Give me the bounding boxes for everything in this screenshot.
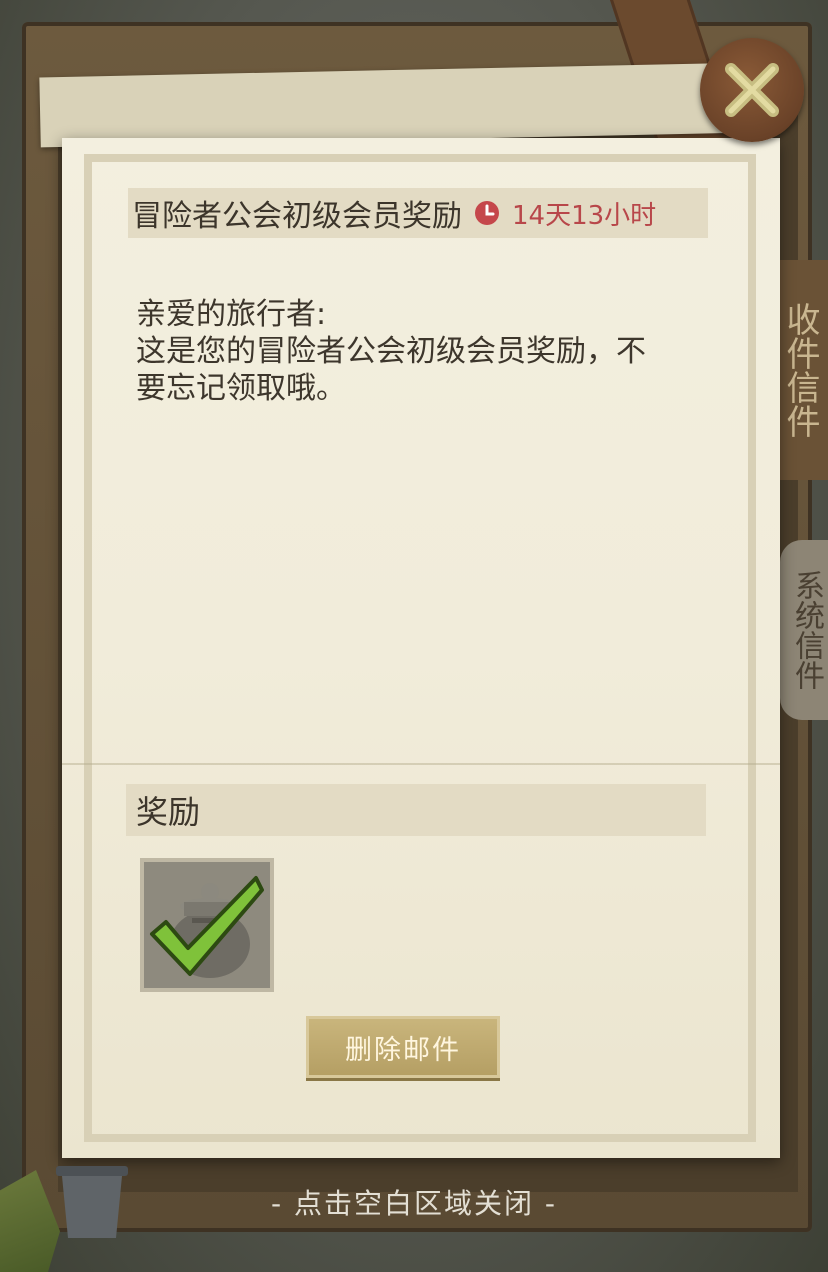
reward-header: 奖励 xyxy=(126,784,706,836)
side-tab-system[interactable]: 系统信件 xyxy=(780,540,828,720)
clock-icon xyxy=(475,201,499,225)
delete-mail-button[interactable]: 删除邮件 xyxy=(306,1016,500,1078)
mail-greeting: 亲爱的旅行者: xyxy=(136,297,327,332)
background-sheet xyxy=(39,62,751,148)
side-tab-inbox[interactable]: 收件信件 xyxy=(776,260,828,480)
reward-title: 奖励 xyxy=(136,793,201,831)
time-remaining: 14天13小时 xyxy=(512,200,657,231)
checkmark-icon xyxy=(150,876,264,976)
mail-header: 冒险者公会初级会员奖励 14天13小时 xyxy=(128,188,708,238)
paper-fold xyxy=(62,763,780,765)
mail-body-line: 这是您的冒险者公会初级会员奖励，不 xyxy=(136,334,646,369)
mail-paper: 冒险者公会初级会员奖励 14天13小时 亲爱的旅行者: 这是您的冒险者公会初级会… xyxy=(62,138,780,1158)
close-x-icon xyxy=(725,63,779,117)
mail-body: 亲爱的旅行者: 这是您的冒险者公会初级会员奖励，不 要忘记领取哦。 xyxy=(136,296,716,407)
close-button[interactable] xyxy=(700,38,804,142)
mail-body-line: 要忘记领取哦。 xyxy=(136,371,346,406)
close-hint: - 点击空白区域关闭 - xyxy=(270,1187,557,1220)
mail-title: 冒险者公会初级会员奖励 xyxy=(132,199,462,234)
reward-item-slot[interactable] xyxy=(140,858,274,992)
